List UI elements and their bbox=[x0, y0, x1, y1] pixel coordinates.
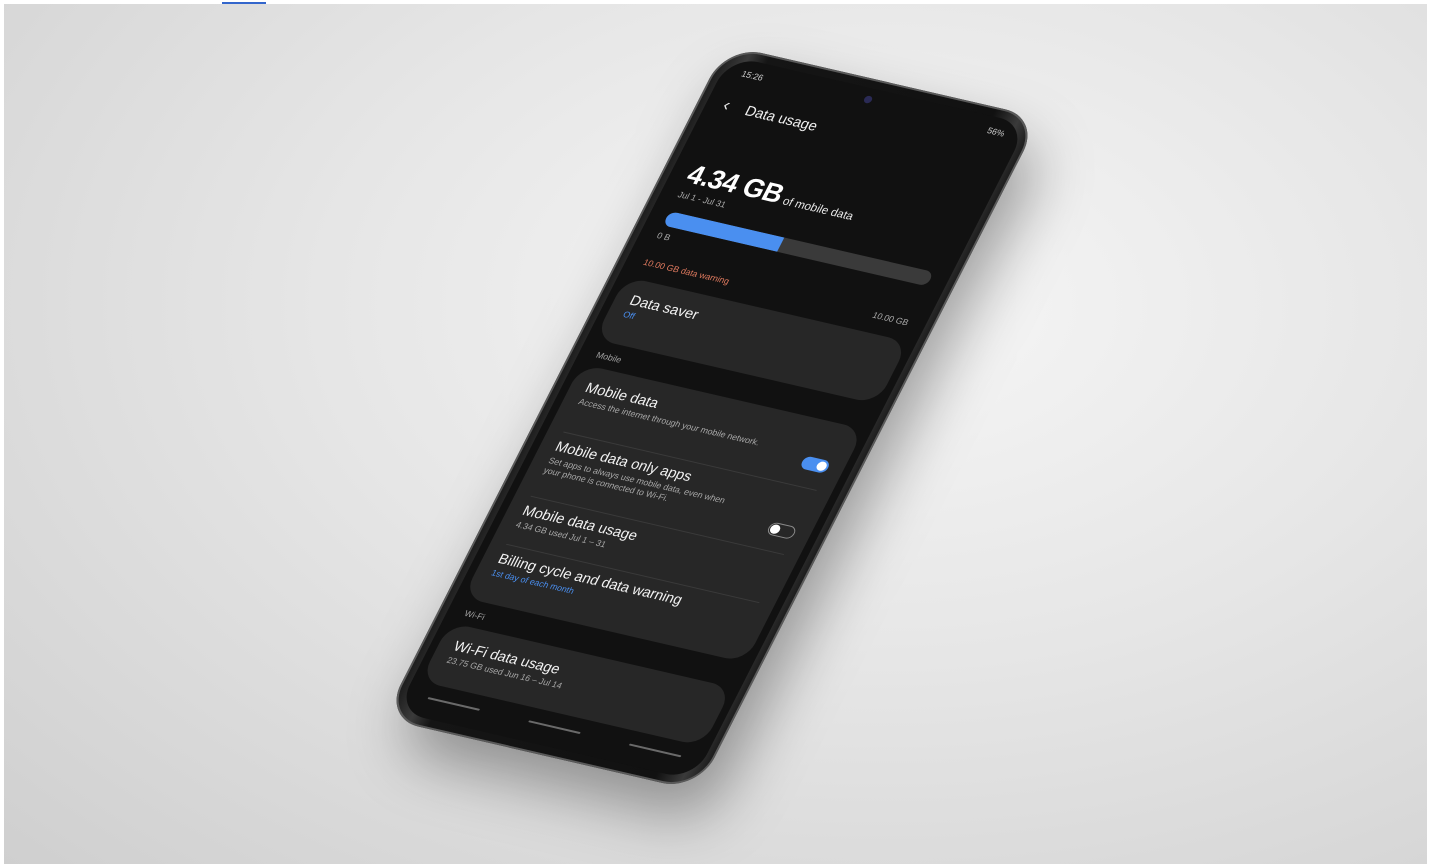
top-strip bbox=[0, 0, 1434, 4]
chevron-left-icon[interactable]: ‹ bbox=[719, 95, 735, 115]
nav-home-button[interactable] bbox=[528, 720, 581, 735]
nav-recents-button[interactable] bbox=[427, 697, 481, 711]
front-camera-icon bbox=[862, 95, 874, 104]
page-title: Data usage bbox=[741, 103, 821, 135]
page: 15:26 56% ‹ Data usage 4.34 GBof mobile … bbox=[0, 0, 1434, 864]
status-time: 15:26 bbox=[739, 68, 766, 83]
data-saver-row[interactable]: Data saver Off bbox=[621, 293, 888, 378]
toggle-knob bbox=[768, 523, 783, 535]
toggle-knob bbox=[814, 460, 829, 472]
usage-bar-max: 10.00 GB bbox=[870, 310, 911, 328]
section-wifi: Wi-Fi bbox=[462, 608, 487, 622]
top-link-underline[interactable] bbox=[222, 0, 266, 4]
status-battery: 56% bbox=[985, 125, 1007, 139]
data-warning-label: 10.00 GB data warning bbox=[641, 257, 732, 286]
usage-bar-min: 0 B bbox=[655, 230, 673, 243]
nav-back-button[interactable] bbox=[628, 743, 682, 758]
section-mobile: Mobile bbox=[594, 350, 624, 365]
